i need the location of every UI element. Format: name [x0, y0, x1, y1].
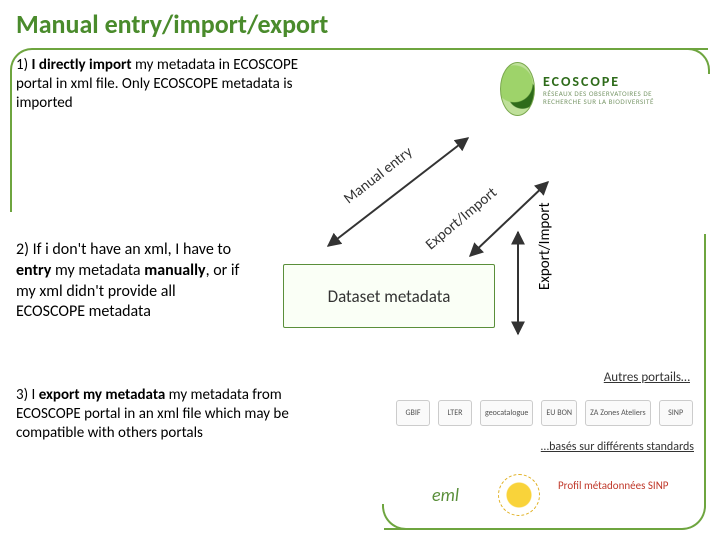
logo-eubon: EU BON: [541, 400, 577, 426]
step-3: 3) I export my metadata my metadata from…: [16, 386, 316, 444]
ecoscope-tagline: RÉSEAUX DES OBSERVATOIRES DE RECHERCHE S…: [543, 90, 684, 105]
step3-prefix: 3) I: [16, 386, 39, 404]
logo-za: ZA Zones Ateliers: [585, 400, 651, 426]
arrow-label-export-import-vertical: Export/Import: [536, 203, 554, 290]
logo-gbif: GBIF: [396, 400, 430, 426]
step2-prefix: 2) If i don't have an xml, I have to: [16, 240, 231, 259]
step-1: 1) I directly import my metadata in ECOS…: [16, 56, 308, 112]
ecoscope-mark-icon: [500, 62, 535, 116]
step2-bold1: entry: [16, 261, 51, 280]
step2-bold2: manually: [144, 261, 205, 280]
sun-icon: [498, 474, 540, 516]
ecoscope-logo: ECOSCOPE RÉSEAUX DES OBSERVATOIRES DE RE…: [500, 58, 684, 120]
slide-title: Manual entry/import/export: [16, 8, 328, 40]
step3-bold: export my metadata: [39, 386, 166, 404]
dataset-metadata-box: Dataset metadata: [283, 264, 495, 328]
logo-lter: LTER: [438, 400, 472, 426]
eml-label: eml: [432, 484, 459, 506]
arrow-label-manual-entry: Manual entry: [340, 143, 416, 208]
arrow-label-export-import-diag: Export/Import: [422, 184, 501, 254]
step-2: 2) If i don't have an xml, I have to ent…: [16, 240, 246, 323]
step1-prefix: 1): [16, 56, 32, 74]
standards-line: …basés sur différents standards: [541, 440, 694, 454]
logo-geocatalogue: geocatalogue: [480, 400, 533, 426]
ecoscope-name: ECOSCOPE: [543, 73, 684, 90]
portals-logos-row: GBIF LTER geocatalogue EU BON ZA Zones A…: [396, 392, 696, 434]
profil-sinp: Profil métadonnées SINP: [558, 480, 678, 492]
step1-bold: I directly import: [32, 56, 132, 74]
logo-sinp: SINP: [659, 400, 693, 426]
step2-mid: my metadata: [51, 261, 144, 280]
portals-title: Autres portails…: [604, 370, 690, 385]
